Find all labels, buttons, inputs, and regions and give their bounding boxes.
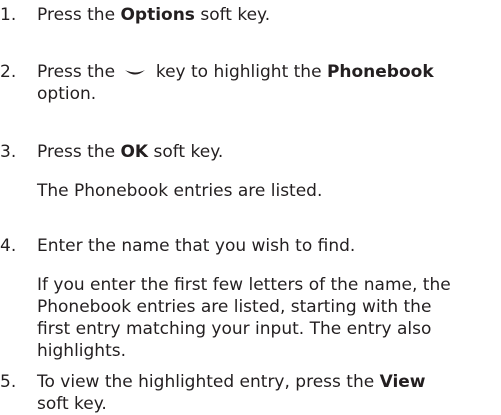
step-text: To view the highlighted entry, press the… <box>37 372 426 414</box>
instruction-page: 1. Press the Options soft key. 2. Press … <box>0 0 501 414</box>
step-text: Press the OK soft key. <box>37 142 224 162</box>
step-text: Press the Options soft key. <box>37 5 271 25</box>
options-key-label: Options <box>120 5 195 25</box>
step-text: Press the key to highlight the Phonebook… <box>37 62 434 104</box>
down-key-icon <box>124 65 146 79</box>
step-number: 4. <box>0 236 17 256</box>
step-number: 5. <box>0 372 17 392</box>
step-number: 2. <box>0 62 17 82</box>
step-number: 1. <box>0 5 17 25</box>
step-4-note: If you enter the first few letters of th… <box>37 275 451 361</box>
step-3-note: The Phonebook entries are listed. <box>37 181 323 201</box>
step-number: 3. <box>0 142 17 162</box>
step-text: Enter the name that you wish to find. <box>37 236 356 256</box>
phonebook-option-label: Phonebook <box>326 62 434 82</box>
ok-key-label: OK <box>120 142 149 162</box>
view-key-label: View <box>379 372 426 392</box>
